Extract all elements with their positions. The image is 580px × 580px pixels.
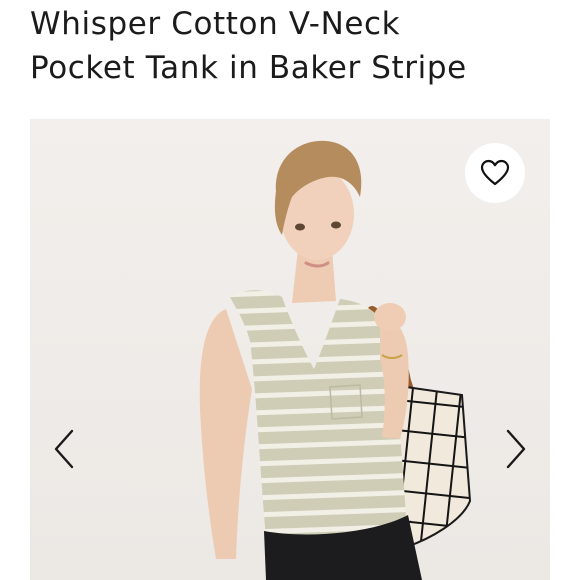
favorite-button[interactable] — [465, 143, 525, 203]
chevron-right-icon — [506, 429, 526, 469]
chevron-left-icon — [54, 429, 74, 469]
striped-tank-top — [230, 290, 406, 541]
next-image-button[interactable] — [494, 421, 538, 477]
product-title-line-1: Whisper Cotton V-Neck — [30, 6, 401, 42]
product-title: Whisper Cotton V-Neck Pocket Tank in Bak… — [30, 2, 560, 90]
product-image-gallery[interactable] — [30, 119, 550, 580]
left-arm — [199, 309, 252, 559]
hand — [374, 303, 406, 331]
previous-image-button[interactable] — [42, 421, 86, 477]
product-page: Whisper Cotton V-Neck Pocket Tank in Bak… — [0, 0, 580, 580]
product-title-line-2: Pocket Tank in Baker Stripe — [30, 50, 467, 86]
heart-outline-icon — [480, 159, 510, 186]
